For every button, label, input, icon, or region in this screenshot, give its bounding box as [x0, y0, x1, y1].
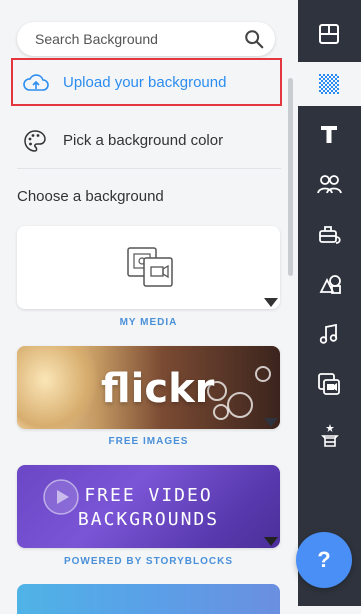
- card-corner-arrow[interactable]: [264, 298, 278, 307]
- bubble: [213, 404, 229, 420]
- upload-background-button[interactable]: Upload your background: [11, 58, 282, 106]
- storyblocks-caption: POWERED BY STORYBLOCKS: [63, 556, 234, 567]
- rail-item-text[interactable]: [298, 112, 361, 156]
- flickr-card[interactable]: flickr: [17, 346, 280, 429]
- search-bar[interactable]: Search Background: [17, 22, 275, 56]
- my-media-caption: MY MEDIA: [119, 317, 178, 328]
- my-media-card[interactable]: [17, 226, 280, 309]
- bubble: [255, 366, 271, 382]
- rail-item-effects[interactable]: [298, 412, 361, 456]
- card-corner-arrow[interactable]: [264, 537, 278, 546]
- card-corner-arrow[interactable]: [264, 418, 278, 427]
- search-input[interactable]: Search Background: [35, 31, 158, 47]
- rail-item-layout[interactable]: [298, 12, 361, 56]
- music-icon: [319, 323, 338, 344]
- storyblocks-card[interactable]: FREE VIDEO BACKGROUNDS: [17, 465, 280, 548]
- upload-background-label: Upload your background: [63, 74, 227, 91]
- divider: [17, 168, 281, 169]
- help-button[interactable]: ?: [296, 532, 352, 588]
- rail-item-shapes[interactable]: [298, 262, 361, 306]
- pick-color-label: Pick a background color: [63, 132, 224, 149]
- characters-icon: [317, 175, 342, 194]
- video-backgrounds-line1: FREE VIDEO: [84, 485, 213, 506]
- pick-color-button[interactable]: Pick a background color: [11, 118, 282, 162]
- rail-item-video[interactable]: [298, 362, 361, 406]
- rail-item-characters[interactable]: [298, 162, 361, 206]
- shapes-icon: [319, 275, 341, 294]
- effects-icon: [321, 424, 339, 447]
- layout-icon: [319, 24, 339, 44]
- background-panel: Search Background Upload your background…: [0, 0, 298, 614]
- video-icon: [318, 373, 340, 395]
- free-images-caption: FREE IMAGES: [108, 436, 189, 447]
- media-icon: [127, 247, 173, 287]
- flickr-logo-text: flickr: [101, 366, 215, 412]
- rail-item-music[interactable]: [298, 312, 361, 356]
- palette-icon: [24, 130, 46, 152]
- background-icon: [319, 74, 339, 94]
- text-icon: [321, 126, 337, 143]
- rail-item-props[interactable]: [298, 212, 361, 256]
- props-icon: [319, 226, 341, 244]
- scrollbar[interactable]: [288, 78, 293, 276]
- tool-rail: [298, 0, 361, 606]
- bubble: [227, 392, 253, 418]
- next-background-card[interactable]: [17, 584, 280, 614]
- choose-background-heading: Choose a background: [17, 188, 164, 205]
- search-icon[interactable]: [243, 28, 265, 50]
- rail-item-background[interactable]: [298, 62, 361, 106]
- cloud-upload-icon: [23, 74, 49, 91]
- video-backgrounds-line2: BACKGROUNDS: [77, 509, 220, 530]
- flickr-photo-highlight: [17, 346, 99, 429]
